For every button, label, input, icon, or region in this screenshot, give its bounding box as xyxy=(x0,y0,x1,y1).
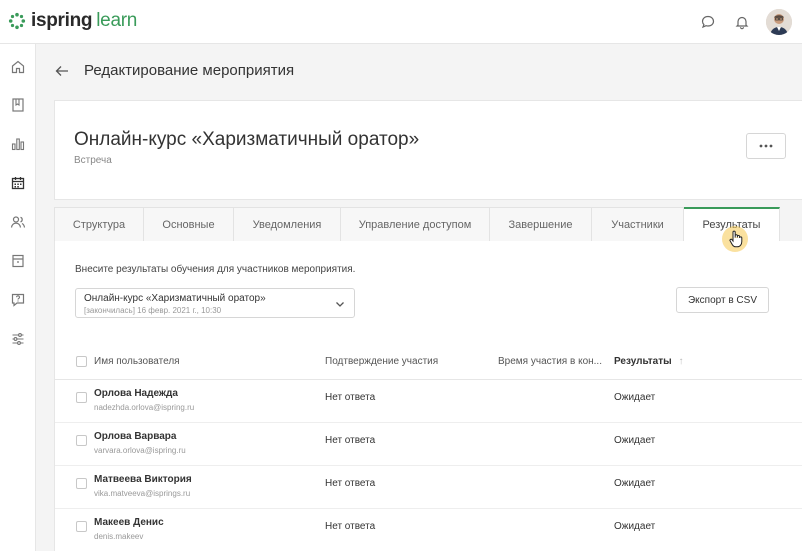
sidebar-item-home[interactable] xyxy=(4,53,32,81)
user-name: Орлова Надежда xyxy=(94,388,178,399)
chevron-down-icon xyxy=(336,302,344,307)
top-bar: ispring learn xyxy=(0,0,802,44)
user-email: nadezhda.orlova@ispring.ru xyxy=(94,403,195,412)
event-title: Онлайн-курс «Харизматичный оратор» xyxy=(74,129,420,150)
sidebar xyxy=(0,44,36,551)
column-result[interactable]: Результаты ↑ xyxy=(614,356,683,367)
sidebar-item-help[interactable] xyxy=(4,286,32,314)
row-checkbox[interactable] xyxy=(76,521,87,532)
column-confirmation[interactable]: Подтверждение участия xyxy=(325,356,438,367)
bell-icon[interactable] xyxy=(728,8,756,36)
bar-chart-icon xyxy=(11,138,25,151)
user-avatar[interactable] xyxy=(766,9,792,35)
tab-completion[interactable]: Завершение xyxy=(490,207,592,242)
session-select-title: Онлайн-курс «Харизматичный оратор» xyxy=(84,293,266,304)
row-checkbox[interactable] xyxy=(76,478,87,489)
result-status[interactable]: Ожидает xyxy=(614,435,655,446)
confirmation-status: Нет ответа xyxy=(325,435,376,446)
archive-icon xyxy=(12,254,24,268)
logo-icon xyxy=(8,12,26,30)
tab-participants[interactable]: Участники xyxy=(592,207,684,242)
result-status[interactable]: Ожидает xyxy=(614,521,655,532)
confirmation-status: Нет ответа xyxy=(325,478,376,489)
sidebar-item-reports[interactable] xyxy=(4,130,32,158)
event-card: Онлайн-курс «Харизматичный оратор» Встре… xyxy=(54,100,802,200)
column-time[interactable]: Время участия в кон... xyxy=(498,356,602,367)
sidebar-item-calendar[interactable] xyxy=(4,169,32,197)
calendar-icon xyxy=(11,177,25,190)
home-icon xyxy=(11,60,25,74)
logo-text-learn: learn xyxy=(96,10,137,31)
table-row: Орлова Надежда nadezhda.orlova@ispring.r… xyxy=(55,380,802,423)
user-email: denis.makeev xyxy=(94,532,144,541)
column-result-label: Результаты xyxy=(614,356,672,367)
page-title: Редактирование мероприятия xyxy=(84,62,295,79)
tab-bar: Структура Основные Уведомления Управлени… xyxy=(54,207,802,242)
more-actions-button[interactable] xyxy=(746,133,786,159)
row-checkbox[interactable] xyxy=(76,392,87,403)
event-type: Встреча xyxy=(74,155,112,166)
export-csv-button[interactable]: Экспорт в CSV xyxy=(676,287,769,313)
instructions-text: Внесите результаты обучения для участник… xyxy=(75,264,356,275)
user-name: Орлова Варвара xyxy=(94,431,177,442)
question-chat-icon xyxy=(11,293,25,307)
select-all-checkbox[interactable] xyxy=(76,356,87,367)
result-status[interactable]: Ожидает xyxy=(614,392,655,403)
table-row: Орлова Варвара varvara.orlova@ispring.ru… xyxy=(55,423,802,466)
book-icon xyxy=(12,98,24,112)
table-row: Макеев Денис denis.makeev Нет ответа Ожи… xyxy=(55,509,802,551)
user-email: varvara.orlova@ispring.ru xyxy=(94,446,186,455)
sidebar-item-users[interactable] xyxy=(4,208,32,236)
confirmation-status: Нет ответа xyxy=(325,521,376,532)
tab-access[interactable]: Управление доступом xyxy=(341,207,490,242)
confirmation-status: Нет ответа xyxy=(325,392,376,403)
tab-structure[interactable]: Структура xyxy=(54,207,144,242)
hand-cursor-icon xyxy=(729,230,743,248)
table-header: Имя пользователя Подтверждение участия В… xyxy=(55,344,802,380)
user-name: Матвеева Виктория xyxy=(94,474,192,485)
column-user[interactable]: Имя пользователя xyxy=(94,356,180,367)
result-status[interactable]: Ожидает xyxy=(614,478,655,489)
sidebar-item-settings[interactable] xyxy=(4,325,32,353)
row-checkbox[interactable] xyxy=(76,435,87,446)
user-email: vika.matveeva@isprings.ru xyxy=(94,489,191,498)
logo-text-ispring: ispring xyxy=(31,10,93,31)
sidebar-item-archive[interactable] xyxy=(4,247,32,275)
session-select-subtitle: [закончилась] 16 февр. 2021 г., 10:30 xyxy=(84,306,222,315)
session-select[interactable]: Онлайн-курс «Харизматичный оратор» [зако… xyxy=(75,288,355,318)
table-row: Матвеева Виктория vika.matveeva@isprings… xyxy=(55,466,802,509)
tab-general[interactable]: Основные xyxy=(144,207,234,242)
more-dots-icon xyxy=(759,144,773,148)
logo[interactable]: ispring learn xyxy=(8,10,137,32)
back-arrow-icon[interactable] xyxy=(54,63,70,79)
users-icon xyxy=(10,216,26,228)
tab-notifications[interactable]: Уведомления xyxy=(234,207,341,242)
sidebar-item-catalog[interactable] xyxy=(4,91,32,119)
sliders-icon xyxy=(12,333,24,345)
user-name: Макеев Денис xyxy=(94,517,164,528)
chat-bubble-icon[interactable] xyxy=(694,8,722,36)
page-header: Редактирование мероприятия xyxy=(54,62,294,79)
sort-arrow-icon: ↑ xyxy=(678,356,684,367)
results-panel: Внесите результаты обучения для участник… xyxy=(54,241,802,551)
